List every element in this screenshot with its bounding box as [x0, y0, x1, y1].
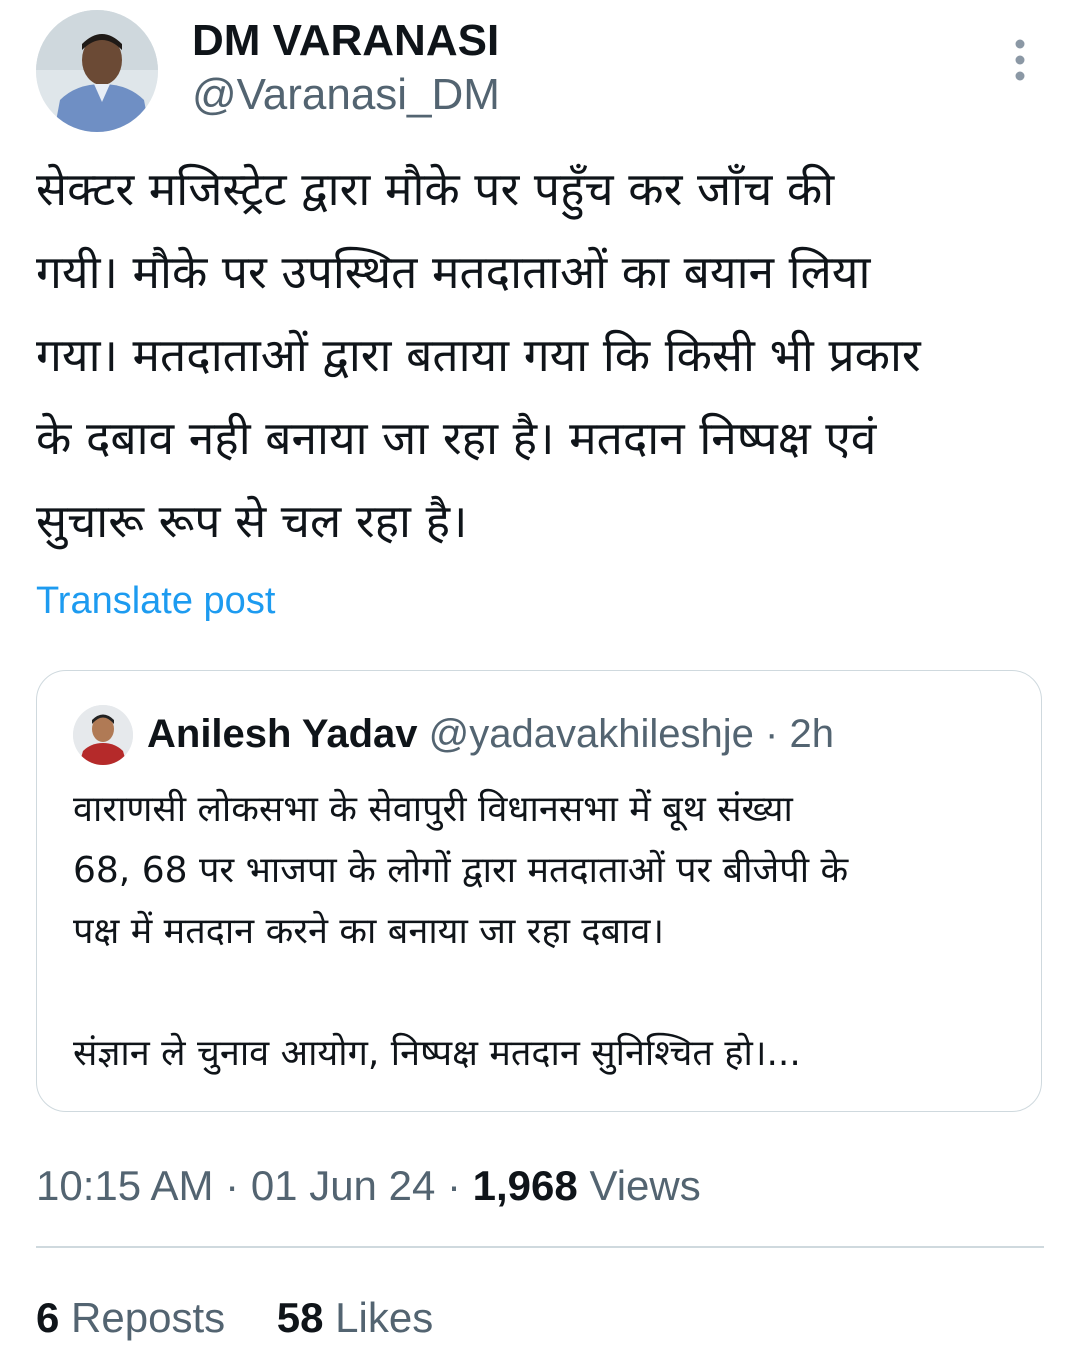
meta-separator: ·	[446, 1162, 461, 1209]
divider	[36, 1246, 1044, 1248]
profile-photo-icon	[36, 10, 158, 132]
views-label: Views	[589, 1162, 701, 1209]
more-vertical-icon	[1015, 39, 1025, 81]
reposts-label: Reposts	[71, 1294, 226, 1341]
post-date[interactable]: 01 Jun 24	[251, 1162, 436, 1209]
post-time[interactable]: 10:15 AM	[36, 1162, 213, 1209]
profile-photo-icon	[73, 705, 133, 765]
quoted-separator: ·	[765, 712, 779, 756]
engagement-stats: 6 Reposts 58 Likes	[36, 1292, 433, 1344]
quoted-author-avatar[interactable]	[73, 705, 133, 765]
likes-count: 58	[276, 1294, 324, 1341]
views-count: 1,968	[472, 1162, 578, 1209]
author-display-name[interactable]: DM VARANASI	[192, 14, 499, 68]
meta-separator: ·	[225, 1162, 240, 1209]
likes-stat[interactable]: 58 Likes	[277, 1292, 433, 1344]
reposts-count: 6	[36, 1294, 60, 1341]
author-avatar[interactable]	[36, 10, 158, 132]
quoted-tweet-card[interactable]: Anilesh Yadav @yadavakhileshje · 2h वारा…	[36, 670, 1042, 1112]
quoted-author-handle[interactable]: @yadavakhileshje	[429, 712, 754, 756]
quoted-header: Anilesh Yadav @yadavakhileshje · 2h	[147, 709, 834, 759]
translate-post-link[interactable]: Translate post	[36, 576, 275, 626]
author-handle[interactable]: @Varanasi_DM	[192, 68, 500, 122]
more-options-button[interactable]	[1000, 32, 1040, 88]
quoted-author-name[interactable]: Anilesh Yadav	[147, 712, 418, 756]
reposts-stat[interactable]: 6 Reposts	[36, 1292, 225, 1344]
quoted-timestamp[interactable]: 2h	[789, 712, 834, 756]
quoted-tweet-text: वाराणसी लोकसभा के सेवापुरी विधानसभा में …	[73, 789, 849, 1074]
likes-label: Likes	[335, 1294, 434, 1341]
tweet-metadata: 10:15 AM · 01 Jun 24 · 1,968 Views	[36, 1160, 701, 1212]
tweet-text: सेक्टर मजिस्ट्रेट द्वारा मौके पर पहुँच क…	[36, 162, 921, 548]
